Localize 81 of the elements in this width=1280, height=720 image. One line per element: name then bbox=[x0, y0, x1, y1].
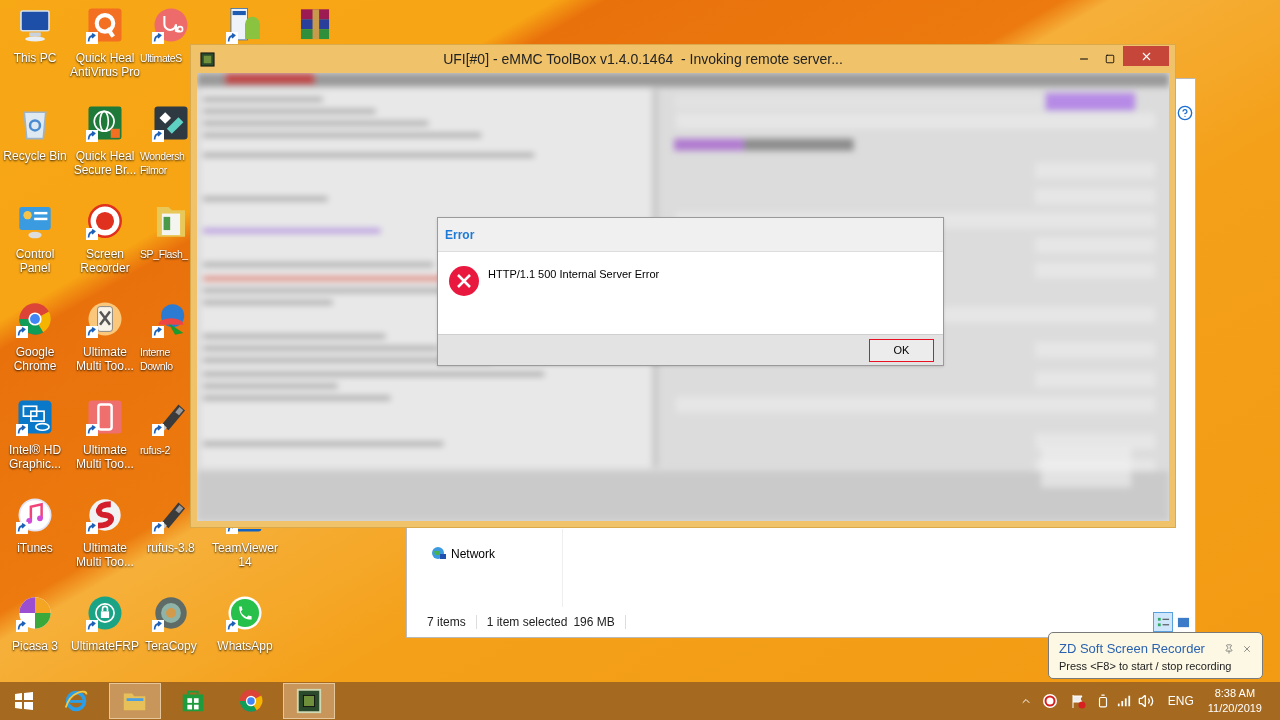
flag-icon[interactable] bbox=[1069, 693, 1086, 709]
record-icon[interactable] bbox=[1041, 693, 1058, 709]
desktop-icon-label[interactable]: Quick Heal AntiVirus Pro bbox=[70, 51, 140, 79]
maximize-icon bbox=[1105, 54, 1115, 64]
shortcut-arrow-icon bbox=[16, 522, 28, 534]
shortcut-arrow-icon bbox=[86, 620, 98, 632]
notification-title: ZD Soft Screen Recorder bbox=[1059, 641, 1205, 657]
desktop-icon-label[interactable]: Wondersh Filmor bbox=[140, 149, 190, 177]
close-icon[interactable] bbox=[1242, 644, 1252, 654]
shortcut-arrow-icon bbox=[86, 228, 98, 240]
pinwheel-icon[interactable] bbox=[16, 594, 54, 632]
desktop-icon-label[interactable]: SP_Flash_ bbox=[140, 247, 190, 261]
status-item-count: 7 items bbox=[427, 614, 466, 631]
disc-icon[interactable] bbox=[152, 594, 190, 632]
status-selection: 1 item selected bbox=[486, 614, 568, 631]
ok-button[interactable]: OK bbox=[869, 338, 934, 362]
desktop-icon-label[interactable]: WhatsApp bbox=[210, 639, 280, 653]
desktop-icon-label[interactable]: Quick Heal Secure Br... bbox=[70, 149, 140, 177]
desktop-icon-label[interactable]: TeamViewer 14 bbox=[210, 541, 280, 569]
dialog-title: Error bbox=[445, 226, 475, 244]
desktop-icon-label[interactable]: Ultimate Multi Too... bbox=[70, 443, 140, 471]
picture-frame-icon bbox=[1176, 615, 1190, 629]
shortcut-arrow-icon bbox=[16, 326, 28, 338]
shortcut-arrow-icon bbox=[86, 32, 98, 44]
wrench-phone-icon[interactable] bbox=[86, 300, 124, 338]
music-note-icon[interactable] bbox=[16, 496, 54, 534]
desktop-icon-label[interactable]: Control Panel bbox=[0, 247, 70, 275]
phone-bubble-icon[interactable] bbox=[226, 594, 264, 632]
error-message: HTTP/1.1 500 Internal Server Error bbox=[488, 267, 660, 282]
language-indicator[interactable]: ENG bbox=[1167, 692, 1194, 710]
desktop-icon-label[interactable]: This PC bbox=[0, 51, 70, 65]
pin-icon[interactable] bbox=[1224, 644, 1234, 654]
details-list-icon bbox=[1156, 615, 1170, 629]
clock[interactable]: 8:38 AM 11/20/2019 bbox=[1207, 686, 1262, 716]
shortcut-arrow-icon bbox=[86, 424, 98, 436]
desktop-icon-label[interactable]: iTunes bbox=[0, 541, 70, 555]
shortcut-arrow-icon bbox=[152, 522, 164, 534]
window-title: UFI[#0] - eMMC ToolBox v1.4.0.1464 - Invoking remote server... bbox=[442, 49, 844, 69]
desktop-icon-label[interactable]: Recycle Bin bbox=[0, 149, 70, 163]
help-icon[interactable] bbox=[1177, 105, 1193, 121]
shortcut-arrow-icon bbox=[86, 522, 98, 534]
error-icon bbox=[449, 266, 479, 296]
shortcut-arrow-icon bbox=[152, 620, 164, 632]
details-view-button[interactable] bbox=[1153, 612, 1173, 632]
shortcut-arrow-icon bbox=[152, 32, 164, 44]
signal-bars-icon[interactable] bbox=[1115, 694, 1132, 708]
desktop-icon-label[interactable]: Intel® HD Graphic... bbox=[0, 443, 70, 471]
desktop-icon-label[interactable]: UltimateFRP bbox=[70, 639, 140, 653]
chip-icon bbox=[200, 51, 215, 67]
shortcut-arrow-icon bbox=[152, 130, 164, 142]
shortcut-arrow-icon bbox=[226, 620, 238, 632]
padlock-icon[interactable] bbox=[86, 594, 124, 632]
chrome-icon[interactable] bbox=[16, 300, 54, 338]
chrome-icon bbox=[237, 687, 265, 715]
desktop-icon-label[interactable]: Screen Recorder bbox=[70, 247, 140, 275]
chip-icon bbox=[295, 687, 323, 715]
shortcut-arrow-icon bbox=[16, 620, 28, 632]
windows-logo-icon bbox=[14, 691, 34, 711]
desktop-icon-label[interactable]: Google Chrome bbox=[0, 345, 70, 373]
shortcut-arrow-icon bbox=[152, 326, 164, 338]
desktop-icon-label[interactable]: rufus-2 bbox=[140, 443, 190, 457]
shortcut-arrow-icon bbox=[16, 424, 28, 436]
shortcut-arrow-icon bbox=[226, 32, 238, 44]
s-swirl-icon[interactable] bbox=[86, 496, 124, 534]
desktop-icon-label[interactable]: UltimateS bbox=[140, 51, 190, 65]
stethoscope-icon[interactable] bbox=[152, 6, 190, 44]
desktop-icon-label[interactable]: rufus-3.8 bbox=[140, 541, 202, 555]
desktop-icon-label[interactable]: TeraCopy bbox=[140, 639, 202, 653]
shortcut-arrow-icon bbox=[86, 130, 98, 142]
desktop-icon-label[interactable]: Interne Downlo bbox=[140, 345, 190, 373]
network-globe-icon bbox=[431, 546, 447, 562]
taskbar-app-button[interactable] bbox=[283, 683, 335, 719]
desktop-icon-label[interactable]: Ultimate Multi Too... bbox=[70, 541, 140, 569]
volume-icon[interactable] bbox=[1137, 693, 1154, 709]
status-size: 196 MB bbox=[573, 614, 615, 631]
nav-item[interactable]: Network bbox=[431, 545, 562, 563]
desktop-icon-label[interactable]: Ultimate Multi Too... bbox=[70, 345, 140, 373]
notification-text: Press <F8> to start / stop recording bbox=[1059, 659, 1233, 673]
shortcut-arrow-icon bbox=[152, 424, 164, 436]
shortcut-arrow-icon bbox=[86, 326, 98, 338]
desktop-icon-label[interactable]: Picasa 3 bbox=[0, 639, 70, 653]
